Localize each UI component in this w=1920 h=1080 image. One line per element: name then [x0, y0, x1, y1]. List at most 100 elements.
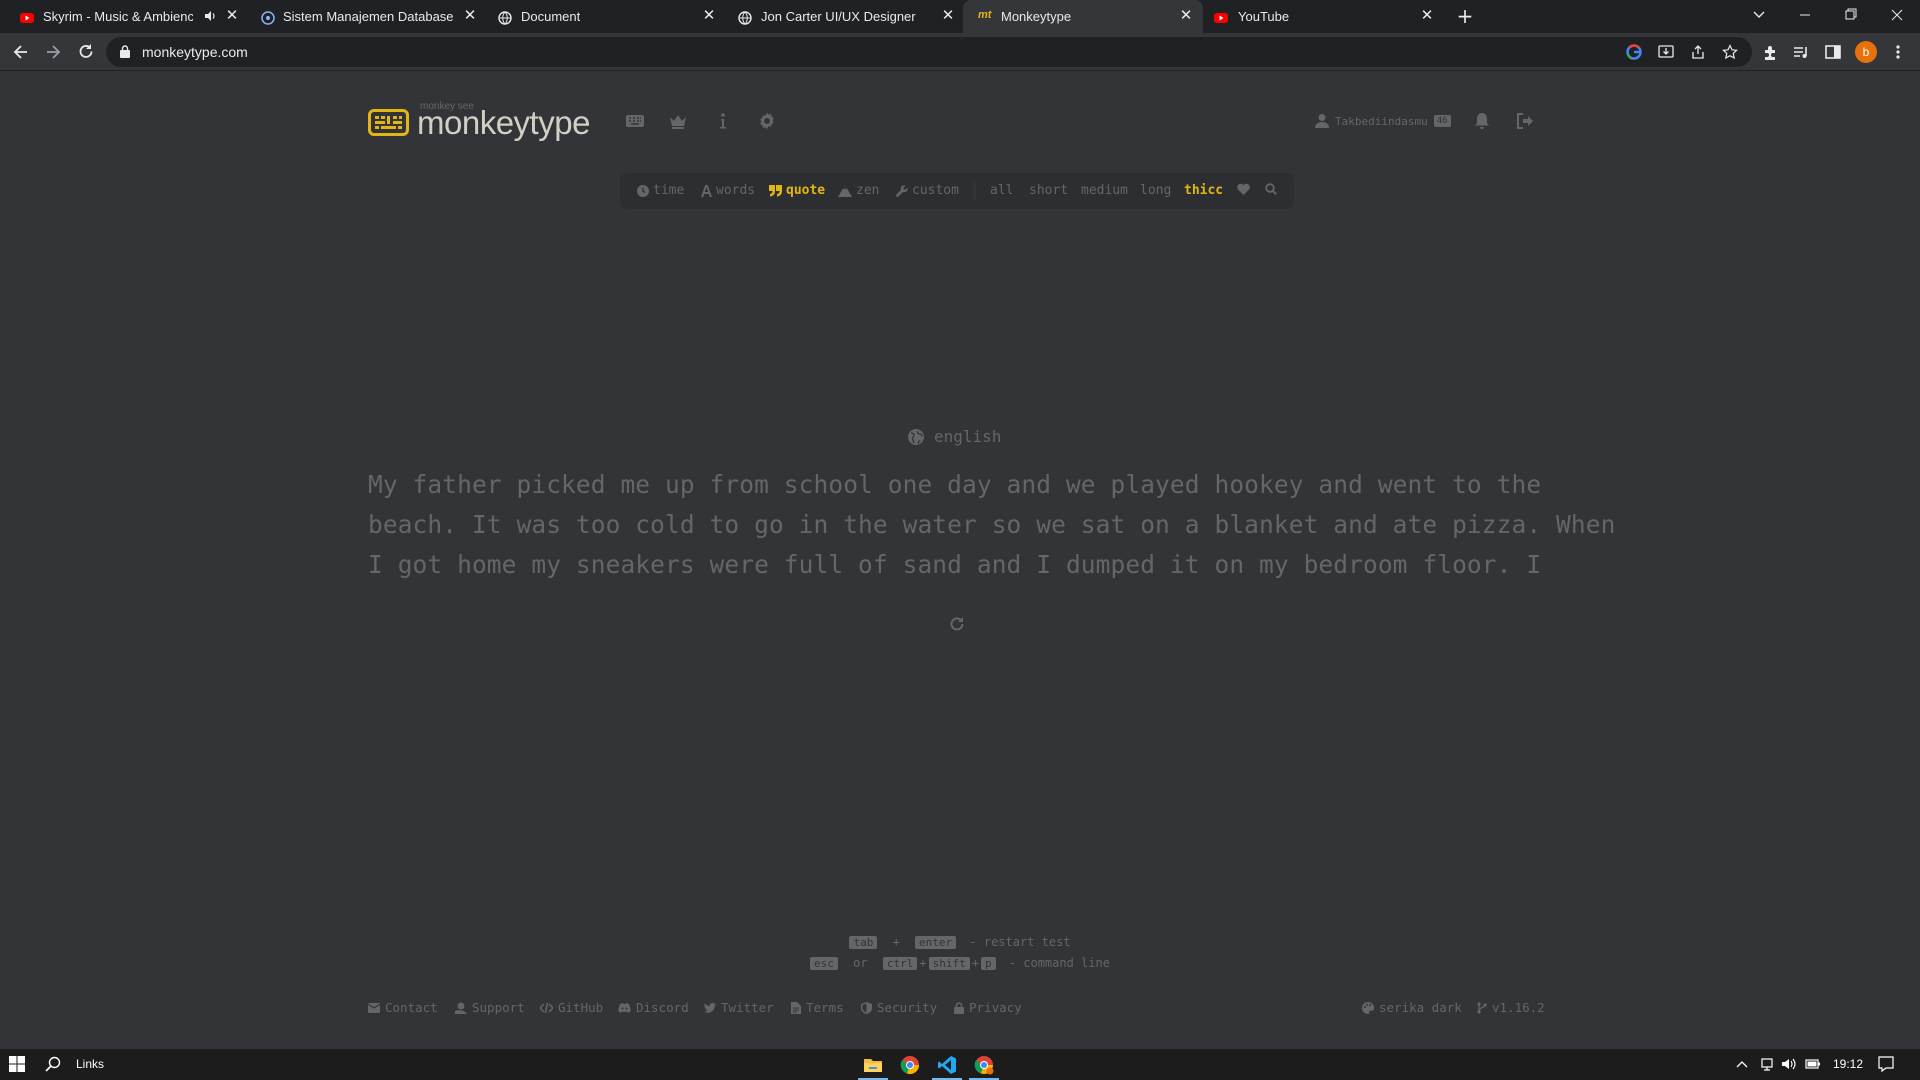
- network-icon[interactable]: [1759, 1056, 1779, 1076]
- restore-button[interactable]: [1828, 0, 1874, 33]
- youtube-icon: [20, 11, 34, 25]
- mode-label: quote: [786, 183, 826, 198]
- tab-close-button[interactable]: ✕: [699, 6, 719, 26]
- account-button[interactable]: Takbediindasmu 46: [1315, 112, 1451, 130]
- footer-link-label: Twitter: [721, 1000, 774, 1015]
- file-explorer-icon[interactable]: [863, 1055, 883, 1075]
- windows-start-icon[interactable]: [8, 1055, 28, 1075]
- browser-toolbar: monkeytype.com b: [0, 33, 1920, 71]
- document-icon: [791, 1001, 801, 1014]
- words-line: beach. It was too cold to go in the wate…: [368, 510, 1616, 539]
- words-line: I got home my sneakers were full of sand…: [368, 550, 1542, 579]
- version-button[interactable]: v1.16.2: [1477, 1000, 1545, 1015]
- mode-quote-button[interactable]: quote: [769, 183, 825, 198]
- footer-link-label: Support: [472, 1000, 525, 1015]
- lock-icon: [954, 1001, 964, 1014]
- reload-icon[interactable]: [76, 42, 96, 62]
- profile-avatar[interactable]: b: [1855, 41, 1877, 63]
- footer-link-label: Contact: [385, 1000, 438, 1015]
- theme-button[interactable]: serika dark: [1362, 1000, 1462, 1015]
- taskbar-search-label[interactable]: Links: [76, 1057, 104, 1071]
- footer-security-link[interactable]: Security: [861, 1000, 937, 1015]
- back-icon[interactable]: [11, 42, 31, 62]
- mode-custom-button[interactable]: custom: [896, 183, 959, 198]
- side-panel-icon[interactable]: [1823, 42, 1843, 62]
- footer-link-label: Discord: [636, 1000, 689, 1015]
- tab-title: Document: [521, 9, 581, 24]
- footer-discord-link[interactable]: Discord: [618, 1000, 689, 1015]
- language-selector[interactable]: english: [908, 427, 1001, 446]
- typing-test-words[interactable]: My father picked me up from school one d…: [368, 465, 1616, 585]
- footer-github-link[interactable]: GitHub: [540, 1000, 603, 1015]
- taskbar-clock[interactable]: 19:12: [1833, 1057, 1863, 1071]
- footer-privacy-link[interactable]: Privacy: [954, 1000, 1022, 1015]
- tab-skyrim[interactable]: Skyrim - Music & Ambience ✕: [0, 0, 238, 33]
- globe-icon: [498, 11, 512, 25]
- crown-icon[interactable]: [668, 111, 688, 131]
- tab-youtube[interactable]: YouTube ✕: [1210, 0, 1443, 33]
- bookmark-star-icon[interactable]: [1722, 44, 1738, 60]
- chrome-icon[interactable]: [900, 1055, 920, 1075]
- vscode-icon[interactable]: [937, 1055, 957, 1075]
- wrench-icon: [896, 184, 908, 197]
- settings-gear-icon[interactable]: [757, 111, 777, 131]
- minimize-button[interactable]: [1782, 0, 1828, 33]
- footer-terms-link[interactable]: Terms: [791, 1000, 844, 1015]
- footer: Contact Support GitHub Discord Twitter T…: [368, 1000, 1545, 1020]
- monkeytype-page: monkey see monkeytype Takbediindasmu 46 …: [0, 71, 1920, 1049]
- restart-test-icon[interactable]: [947, 614, 967, 634]
- info-icon[interactable]: [713, 111, 733, 131]
- length-long-button[interactable]: long: [1140, 183, 1171, 198]
- tab-sistem-manajemen[interactable]: Sistem Manajemen Database Uni ✕: [239, 0, 478, 33]
- footer-twitter-link[interactable]: Twitter: [704, 1000, 774, 1015]
- favorite-quotes-button[interactable]: [1237, 183, 1250, 195]
- forward-icon[interactable]: [43, 42, 63, 62]
- mode-words-button[interactable]: words: [701, 183, 755, 198]
- search-icon: [1265, 183, 1277, 195]
- speaker-icon[interactable]: [204, 10, 216, 22]
- footer-link-label: Privacy: [969, 1000, 1022, 1015]
- media-control-icon[interactable]: [1791, 42, 1811, 62]
- sign-out-icon[interactable]: [1515, 111, 1535, 131]
- google-lens-icon[interactable]: [1626, 44, 1642, 60]
- battery-icon[interactable]: [1805, 1056, 1825, 1076]
- browser-tab-strip: Skyrim - Music & Ambience ✕ Sistem Manaj…: [0, 0, 1920, 33]
- close-window-button[interactable]: [1874, 0, 1920, 33]
- keyboard-icon[interactable]: [625, 111, 645, 131]
- restart-tip: tab + enter - restart test: [0, 932, 1920, 953]
- length-short-button[interactable]: short: [1029, 183, 1068, 198]
- globe-icon: [738, 11, 752, 25]
- lock-icon[interactable]: [120, 45, 130, 58]
- volume-icon[interactable]: [1781, 1056, 1801, 1076]
- footer-contact-link[interactable]: Contact: [368, 1000, 438, 1015]
- mode-time-button[interactable]: time: [637, 183, 684, 198]
- plus-sign: +: [971, 956, 979, 970]
- tab-close-button[interactable]: ✕: [1417, 6, 1437, 26]
- key-enter: enter: [915, 936, 957, 949]
- address-bar[interactable]: monkeytype.com: [106, 37, 1752, 67]
- tab-close-button[interactable]: ✕: [1176, 6, 1196, 26]
- tab-close-button[interactable]: ✕: [938, 6, 958, 26]
- bell-icon[interactable]: [1472, 111, 1492, 131]
- chrome-profile-icon[interactable]: [974, 1055, 994, 1075]
- install-app-icon[interactable]: [1658, 44, 1674, 60]
- notifications-icon[interactable]: [1877, 1055, 1897, 1075]
- quote-search-button[interactable]: [1265, 183, 1277, 195]
- extensions-icon[interactable]: [1761, 42, 1781, 62]
- twitter-icon: [704, 1002, 716, 1013]
- length-medium-button[interactable]: medium: [1081, 183, 1128, 198]
- mode-zen-button[interactable]: zen: [838, 183, 879, 198]
- tab-jon-carter[interactable]: Jon Carter UI/UX Designer ✕: [717, 0, 956, 33]
- tab-close-button[interactable]: ✕: [460, 6, 480, 26]
- share-icon[interactable]: [1690, 44, 1706, 60]
- tab-monkeytype[interactable]: mt Monkeytype ✕: [963, 0, 1203, 33]
- length-thicc-button[interactable]: thicc: [1184, 183, 1223, 198]
- browser-menu-icon[interactable]: [1888, 42, 1908, 62]
- chevron-up-icon[interactable]: [1734, 1056, 1754, 1076]
- footer-support-link[interactable]: Support: [455, 1000, 525, 1015]
- new-tab-button[interactable]: +: [1443, 0, 1487, 33]
- tab-document[interactable]: Document ✕: [478, 0, 717, 33]
- length-all-button[interactable]: all: [990, 183, 1013, 198]
- search-icon[interactable]: [44, 1055, 64, 1075]
- tab-search-chevron-icon[interactable]: [1736, 0, 1782, 33]
